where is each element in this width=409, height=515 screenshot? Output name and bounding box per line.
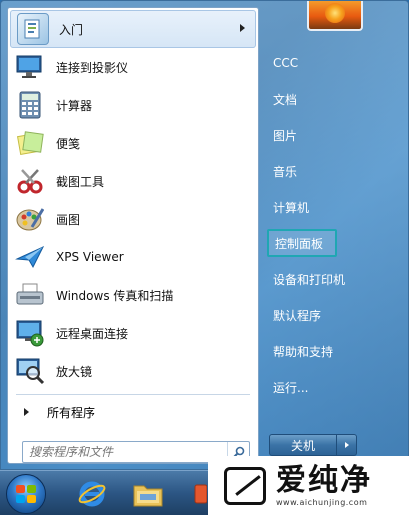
projector-icon (14, 51, 46, 83)
paint-icon (14, 203, 46, 235)
search-input[interactable] (23, 445, 227, 459)
program-item-projector[interactable]: 连接到投影仪 (8, 48, 258, 86)
right-item-control-panel[interactable]: 控制面板 (267, 229, 337, 257)
program-item-fax-scan[interactable]: Windows 传真和扫描 (8, 276, 258, 314)
program-label: Windows 传真和扫描 (56, 288, 174, 303)
shutdown-options-button[interactable] (337, 434, 357, 456)
right-item-music[interactable]: 音乐 (265, 153, 403, 189)
program-label: 放大镜 (56, 364, 93, 379)
windows-explorer-icon[interactable] (122, 475, 174, 513)
right-item-run[interactable]: 运行... (265, 369, 403, 405)
xps-viewer-icon (14, 241, 46, 273)
program-list: 入门 连接到投影仪 计算器 便笺 截图工具 画图 XPS Viewer Wind… (8, 10, 258, 390)
right-item-user-folder[interactable]: CCC (265, 45, 403, 81)
taskbar-app-icon[interactable] (190, 475, 210, 513)
program-item-getting-started[interactable]: 入门 (10, 10, 256, 48)
program-label: 计算器 (56, 98, 93, 113)
snipping-tool-icon (14, 165, 46, 197)
divider (16, 394, 250, 395)
watermark-logo-icon (224, 466, 266, 505)
program-label: XPS Viewer (56, 250, 124, 264)
watermark-url: www.aichunjing.com (276, 498, 368, 507)
program-label: 画图 (56, 212, 81, 227)
magnifier-icon (14, 355, 46, 387)
chevron-right-icon (344, 442, 349, 448)
right-pane-list: CCC 文档 图片 音乐 计算机 控制面板 设备和打印机 默认程序 帮助和支持 … (265, 45, 403, 405)
right-item-pictures[interactable]: 图片 (265, 117, 403, 153)
program-label: 远程桌面连接 (56, 326, 129, 341)
program-item-paint[interactable]: 画图 (8, 200, 258, 238)
watermark-text: 爱纯净 www.aichunjing.com (276, 463, 372, 508)
program-item-magnifier[interactable]: 放大镜 (8, 352, 258, 390)
program-item-sticky-notes[interactable]: 便笺 (8, 124, 258, 162)
right-item-computer[interactable]: 计算机 (265, 189, 403, 225)
sticky-notes-icon (14, 127, 46, 159)
getting-started-icon (17, 13, 49, 45)
shutdown-button[interactable]: 关机 (269, 434, 337, 456)
remote-desktop-icon (14, 317, 46, 349)
program-item-snipping-tool[interactable]: 截图工具 (8, 162, 258, 200)
all-programs-button[interactable]: 所有程序 (16, 400, 251, 424)
right-item-documents[interactable]: 文档 (265, 81, 403, 117)
program-item-remote-desktop[interactable]: 远程桌面连接 (8, 314, 258, 352)
start-button[interactable] (6, 474, 46, 514)
start-menu: 入门 连接到投影仪 计算器 便笺 截图工具 画图 XPS Viewer Wind… (0, 0, 409, 470)
watermark: 爱纯净 www.aichunjing.com (208, 456, 409, 515)
fax-scan-icon (14, 279, 46, 311)
program-label: 便笺 (56, 136, 81, 151)
right-item-help-support[interactable]: 帮助和支持 (265, 333, 403, 369)
windows-logo-icon (16, 485, 36, 503)
chevron-right-icon[interactable] (240, 24, 245, 32)
chevron-right-icon (24, 408, 29, 416)
right-item-devices-printers[interactable]: 设备和打印机 (265, 261, 403, 297)
program-label: 入门 (59, 22, 84, 37)
shutdown-control: 关机 (269, 434, 357, 456)
calculator-icon (14, 89, 46, 121)
right-item-default-programs[interactable]: 默认程序 (265, 297, 403, 333)
user-picture[interactable] (307, 1, 363, 31)
program-label: 连接到投影仪 (56, 60, 129, 75)
watermark-name: 爱纯净 (276, 463, 372, 498)
program-item-calculator[interactable]: 计算器 (8, 86, 258, 124)
all-programs-label: 所有程序 (47, 405, 96, 420)
internet-explorer-icon[interactable] (66, 475, 118, 513)
flower-icon (325, 3, 345, 23)
program-item-xps-viewer[interactable]: XPS Viewer (8, 238, 258, 276)
programs-pane: 入门 连接到投影仪 计算器 便笺 截图工具 画图 XPS Viewer Wind… (7, 7, 259, 464)
program-label: 截图工具 (56, 174, 105, 189)
